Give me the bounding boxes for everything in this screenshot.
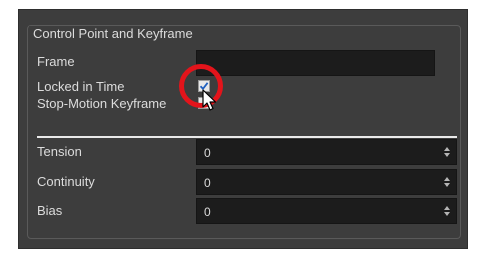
spinner-arrows-icon[interactable] — [444, 176, 450, 188]
bias-field[interactable]: 0 — [196, 198, 457, 224]
stop-motion-keyframe-label: Stop-Motion Keyframe — [37, 96, 167, 111]
spinner-arrows-icon[interactable] — [444, 146, 450, 158]
tension-field[interactable]: 0 — [196, 139, 457, 165]
section-divider — [37, 136, 457, 138]
bias-label: Bias — [37, 203, 63, 218]
spinner-arrows-icon[interactable] — [444, 205, 450, 217]
frame-label: Frame — [37, 54, 75, 69]
bias-value: 0 — [204, 205, 211, 219]
group-title: Control Point and Keyframe — [29, 26, 197, 42]
keyframe-properties-panel: Control Point and Keyframe Frame Locked … — [19, 10, 467, 248]
tension-value: 0 — [204, 146, 211, 160]
locked-in-time-label: Locked in Time — [37, 79, 125, 94]
continuity-label: Continuity — [37, 174, 95, 189]
mouse-pointer-icon — [202, 89, 217, 111]
continuity-field[interactable]: 0 — [196, 169, 457, 195]
continuity-value: 0 — [204, 176, 211, 190]
tension-label: Tension — [37, 144, 82, 159]
frame-field[interactable] — [196, 50, 435, 76]
